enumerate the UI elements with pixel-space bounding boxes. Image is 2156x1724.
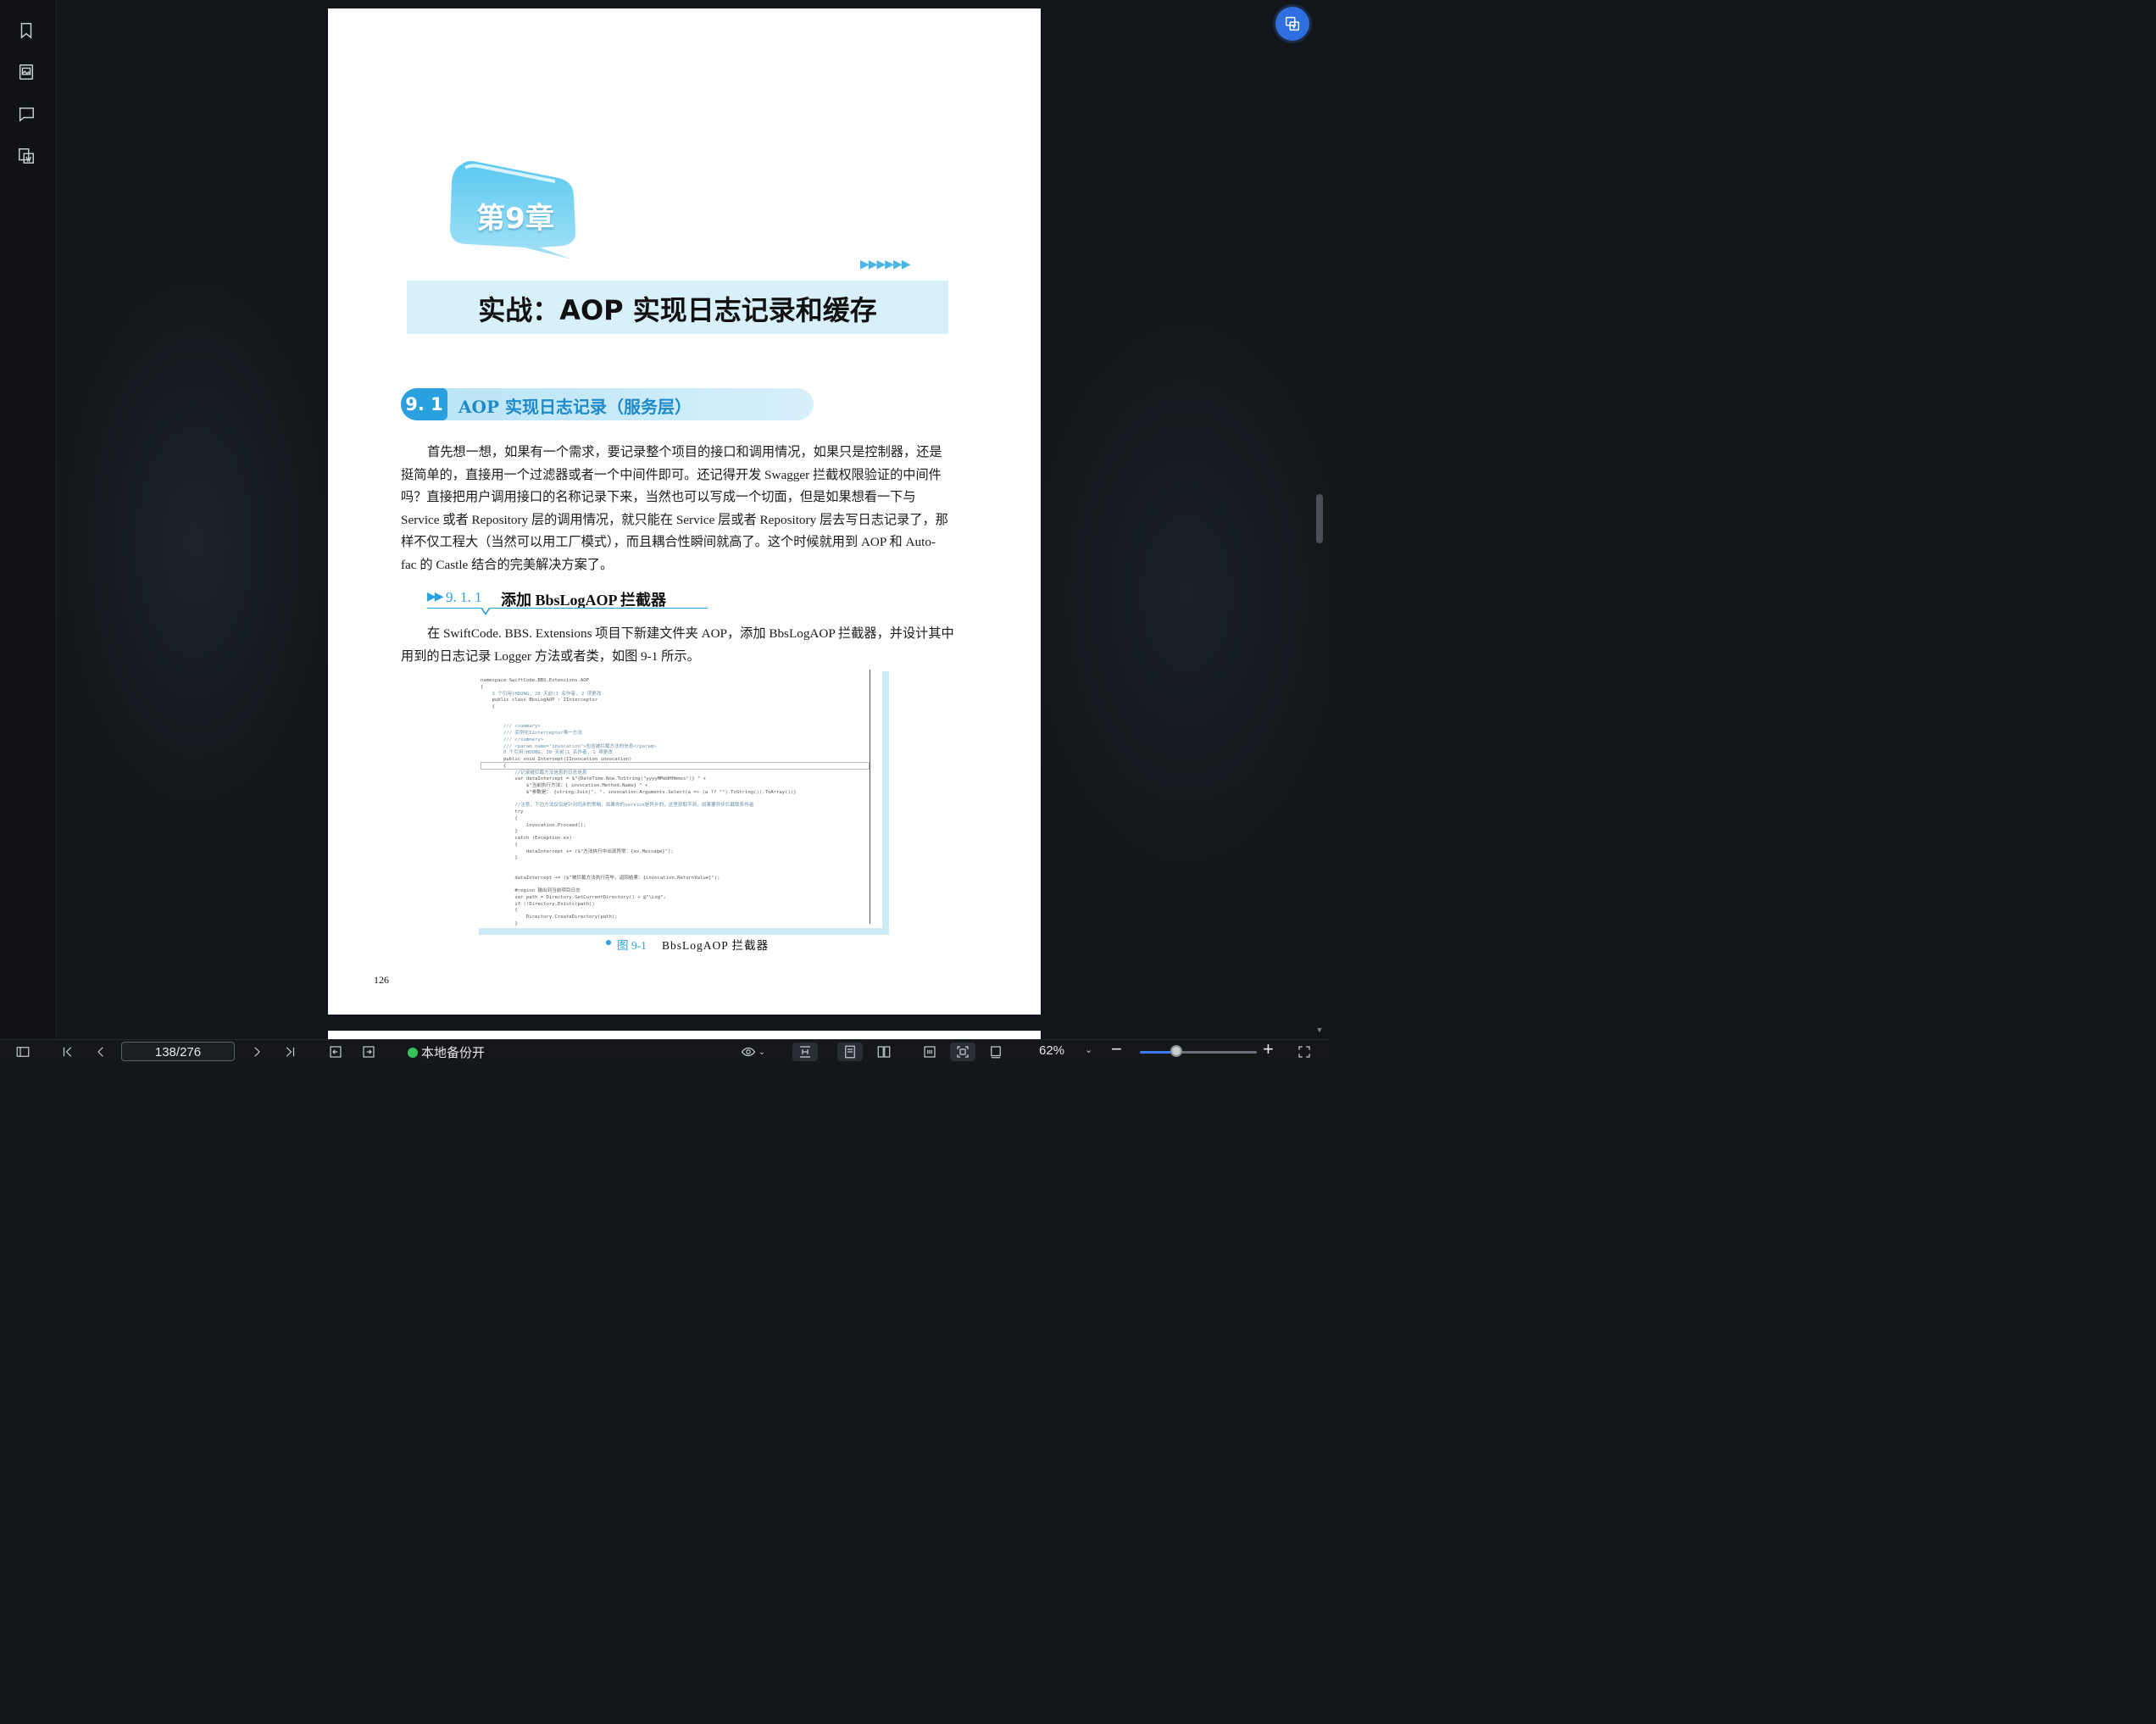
code-line: { — [481, 815, 518, 821]
backup-label: 本地备份开 — [421, 1045, 486, 1060]
last-page-icon[interactable] — [281, 1043, 299, 1061]
section-number: 9. 1 — [401, 388, 447, 420]
two-page-icon[interactable] — [873, 1043, 895, 1061]
figure-caption: BbsLogAOP 拦截器 — [662, 939, 770, 952]
export-icon[interactable] — [14, 144, 38, 168]
fit-width-icon[interactable] — [792, 1043, 818, 1061]
code-line: if (!Directory.Exists(path)) — [481, 901, 595, 907]
local-backup-toggle[interactable]: 本地备份开 — [408, 1043, 485, 1061]
backup-status-dot — [408, 1047, 418, 1058]
previous-page-icon[interactable] — [92, 1043, 110, 1061]
code-line: { — [481, 704, 495, 709]
comment-icon[interactable] — [14, 102, 38, 125]
actual-size-icon[interactable] — [919, 1043, 941, 1061]
code-line: { — [481, 908, 518, 914]
code-line: #region 输出到当前项目日志 — [481, 888, 581, 893]
code-line: { — [481, 842, 518, 848]
code-line: try — [481, 809, 524, 815]
zoom-in-button[interactable]: + — [1263, 1038, 1274, 1060]
chapter-title: 实战：AOP 实现日志记录和缓存 — [478, 294, 877, 326]
bookmark-icon[interactable] — [14, 19, 38, 42]
code-line: Directory.CreateDirectory(path); — [481, 915, 618, 920]
page-number-input[interactable]: 138/276 — [121, 1042, 235, 1061]
thumbnail-icon[interactable] — [14, 60, 38, 84]
next-page-edge — [328, 1031, 1041, 1039]
code-line: public void Intercept(IInvocation invoca… — [481, 757, 632, 762]
paragraph-line: 在 SwiftCode. BBS. Extensions 项目下新建文件夹 AO… — [427, 626, 954, 641]
paragraph-line: 挺简单的，直接用一个过滤器或者一个中间件即可。还记得开发 Swagger 拦截权… — [401, 467, 942, 482]
subsection-underline-tick-inner — [482, 608, 489, 613]
first-page-icon[interactable] — [58, 1043, 77, 1061]
code-line: var dataIntercept = $"{DateTime.Now.ToSt… — [481, 776, 707, 782]
fullscreen-icon[interactable] — [1295, 1043, 1314, 1061]
view-mode-eye-icon[interactable]: ⌄ — [736, 1043, 770, 1061]
page-number: 126 — [374, 974, 389, 986]
code-line: catch (Exception ex) — [481, 836, 572, 841]
code-line: dataIntercept += ($"被拦截方法执行完毕，返回结果：{invo… — [481, 875, 720, 881]
subsection-arrow-icon: ▶▶ — [427, 590, 443, 603]
zoom-dropdown-icon[interactable]: ⌄ — [1085, 1044, 1092, 1055]
code-line: } — [481, 920, 518, 926]
code-line: 0 个引用|HDONG, 30 天前|1 名作者, 1 项更改 — [481, 750, 613, 756]
scroll-down-icon[interactable]: ▼ — [1315, 1026, 1324, 1034]
document-page: 第9章 ▶▶▶▶▶▶ 实战：AOP 实现日志记录和缓存 9. 1 AOP 实现日… — [328, 8, 1041, 1015]
paragraph-line: 吗？直接把用户调用接口的名称记录下来，当然也可以写成一个切面，但是如果想看一下与 — [401, 490, 916, 505]
figure-label: 图 9-1 — [617, 939, 647, 952]
code-line: /// 实例化IInterceptor唯一方法 — [481, 731, 582, 736]
paragraph-line: 首先想一想，如果有一个需求，要记录整个项目的接口和调用情况，如果只是控制器，还是 — [427, 445, 942, 459]
paragraph-figure-intro: 在 SwiftCode. BBS. Extensions 项目下新建文件夹 AO… — [401, 623, 954, 668]
code-line: invocation.Proceed(); — [481, 822, 586, 828]
vertical-scrollbar[interactable] — [1316, 494, 1323, 543]
code-line: public class BbsLogAOP : IInterceptor — [481, 698, 598, 704]
code-line: } — [481, 855, 518, 861]
code-line: /// <summary> — [481, 724, 541, 730]
forward-icon[interactable] — [359, 1043, 378, 1061]
paragraph-line: 样不仅工程大（当然可以用工厂模式），而且耦合性瞬间就高了。这个时候就用到 AOP… — [401, 535, 936, 550]
section-title: AOP 实现日志记录（服务层） — [458, 397, 692, 417]
paragraph-intro: 首先想一想，如果有一个需求，要记录整个项目的接口和调用情况，如果只是控制器，还是… — [401, 442, 953, 577]
zoom-out-button[interactable]: − — [1111, 1038, 1122, 1060]
code-line: } — [481, 829, 518, 835]
toggle-sidebar-icon[interactable] — [14, 1043, 32, 1061]
single-page-icon[interactable] — [837, 1043, 863, 1061]
paragraph-line: 用到的日志记录 Logger 方法或者类，如图 9-1 所示。 — [401, 648, 700, 664]
paragraph-line: fac 的 Castle 结合的完美解决方案了。 — [401, 557, 614, 572]
code-line: //记录被拦截方法信息的日志信息 — [481, 770, 587, 776]
code-line: /// </summary> — [481, 737, 544, 742]
code-line: { — [481, 684, 484, 690]
zoom-slider-handle[interactable] — [1170, 1045, 1182, 1057]
subsection-underline — [427, 608, 708, 609]
code-line: namespace SwiftCode.BBS.Extensions.AOP — [481, 678, 589, 683]
chapter-label: 第9章 — [476, 202, 554, 236]
subsection-number: 9. 1. 1 — [446, 589, 482, 605]
code-line: $"参数是： {string.Join(", ", invocation.Arg… — [481, 789, 797, 795]
zoom-level[interactable]: 62% — [1039, 1043, 1064, 1058]
figure-bullet-icon — [606, 940, 611, 945]
code-line: var path = Directory.GetCurrentDirectory… — [481, 894, 666, 900]
next-page-icon[interactable] — [247, 1043, 266, 1061]
code-line: { — [481, 763, 507, 769]
code-line: 3 个引用|HDONG, 28 天前|1 名作者, 2 项更改 — [481, 691, 602, 697]
translate-icon[interactable] — [1275, 7, 1309, 41]
code-line: //注意，下边方法仅仅是针对同步的策略，如果你的service是异步的，这里获取… — [481, 803, 754, 809]
fit-page-icon[interactable] — [950, 1043, 975, 1061]
code-line: dataIntercept += ($"方法执行中出现异常：{ex.Messag… — [481, 848, 674, 854]
back-icon[interactable] — [326, 1043, 345, 1061]
paragraph-line: Service 或者 Repository 层的调用情况，就只能在 Servic… — [401, 512, 948, 527]
chapter-arrows: ▶▶▶▶▶▶ — [860, 258, 911, 271]
left-sidebar — [0, 0, 57, 1039]
code-listing: namespace SwiftCode.BBS.Extensions.AOP{ … — [481, 678, 870, 928]
code-line: $"当前执行方法：{ invocation.Method.Name} " + — [481, 783, 648, 788]
rotate-page-icon[interactable] — [985, 1043, 1007, 1061]
